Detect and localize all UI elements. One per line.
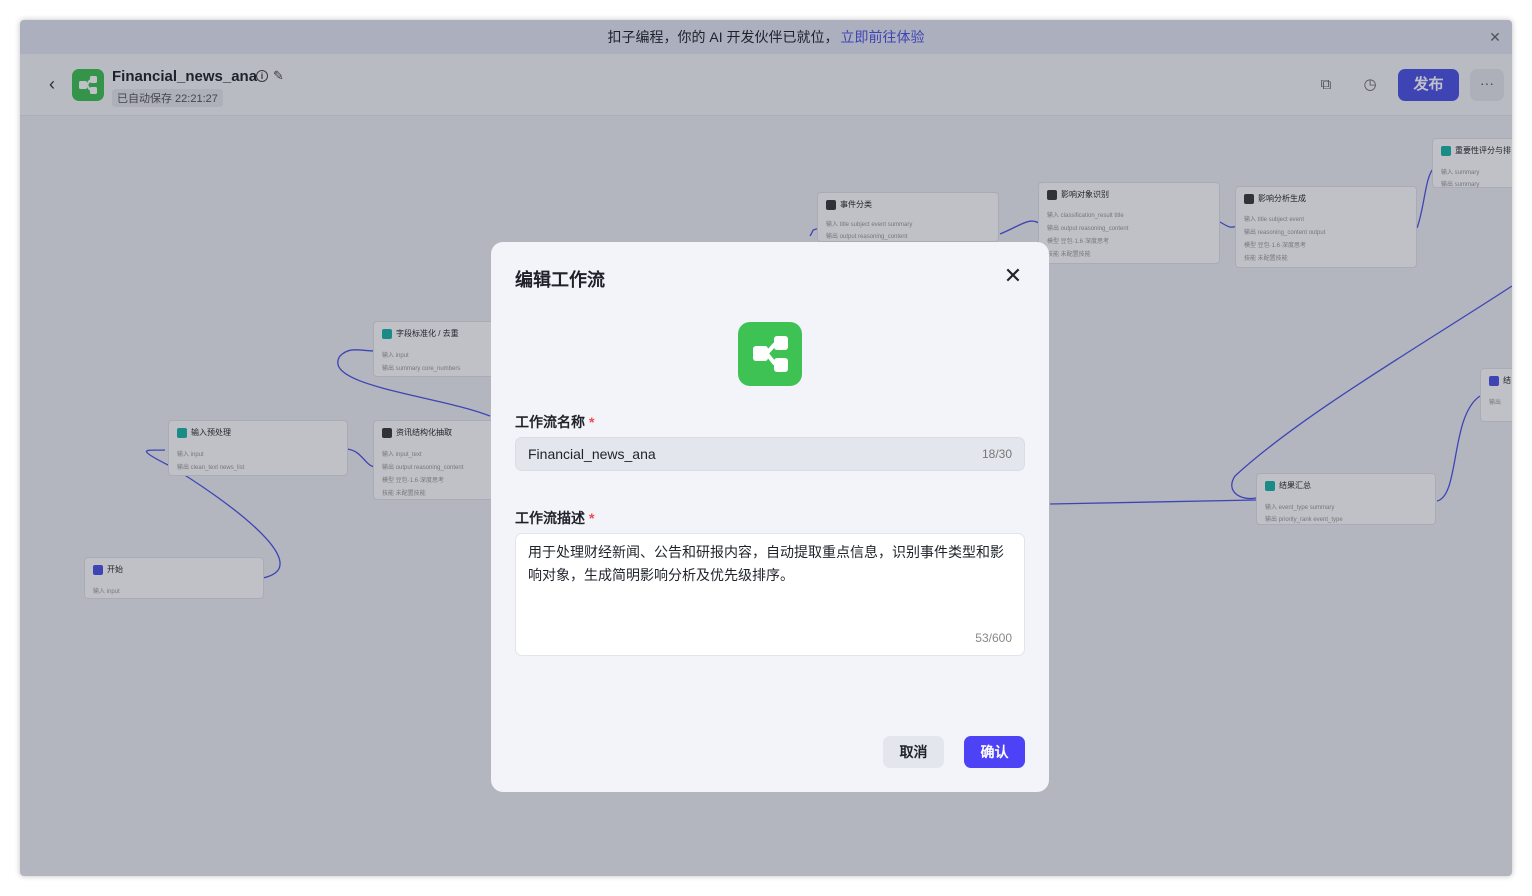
required-mark: * [589, 414, 595, 430]
cancel-button[interactable]: 取消 [883, 736, 944, 768]
modal-title: 编辑工作流 [515, 270, 605, 290]
close-icon[interactable]: ✕ [1003, 265, 1023, 287]
workflow-description-input[interactable]: 用于处理财经新闻、公告和研报内容，自动提取重点信息，识别事件类型和影响对象，生成… [515, 533, 1025, 656]
desc-char-count: 53/600 [975, 631, 1012, 645]
app-window: 扣子编程，你的 AI 开发伙伴已就位， 立即前往体验 ✕ ‹ Financial… [20, 20, 1512, 876]
edit-workflow-modal: 编辑工作流 ✕ 工作流名称 * Financial_news_ana 18/30 … [491, 242, 1049, 792]
workflow-name-input[interactable]: Financial_news_ana 18/30 [515, 437, 1025, 471]
workflow-icon[interactable] [738, 322, 802, 386]
name-char-count: 18/30 [981, 447, 1012, 461]
required-mark: * [589, 510, 595, 526]
desc-input-value: 用于处理财经新闻、公告和研报内容，自动提取重点信息，识别事件类型和影响对象，生成… [528, 544, 1004, 583]
name-label-text: 工作流名称 [515, 414, 585, 430]
desc-label-text: 工作流描述 [515, 510, 585, 526]
desc-label: 工作流描述 * [515, 508, 594, 528]
name-input-value: Financial_news_ana [528, 446, 656, 462]
confirm-button[interactable]: 确认 [964, 736, 1025, 768]
name-label: 工作流名称 * [515, 412, 594, 432]
